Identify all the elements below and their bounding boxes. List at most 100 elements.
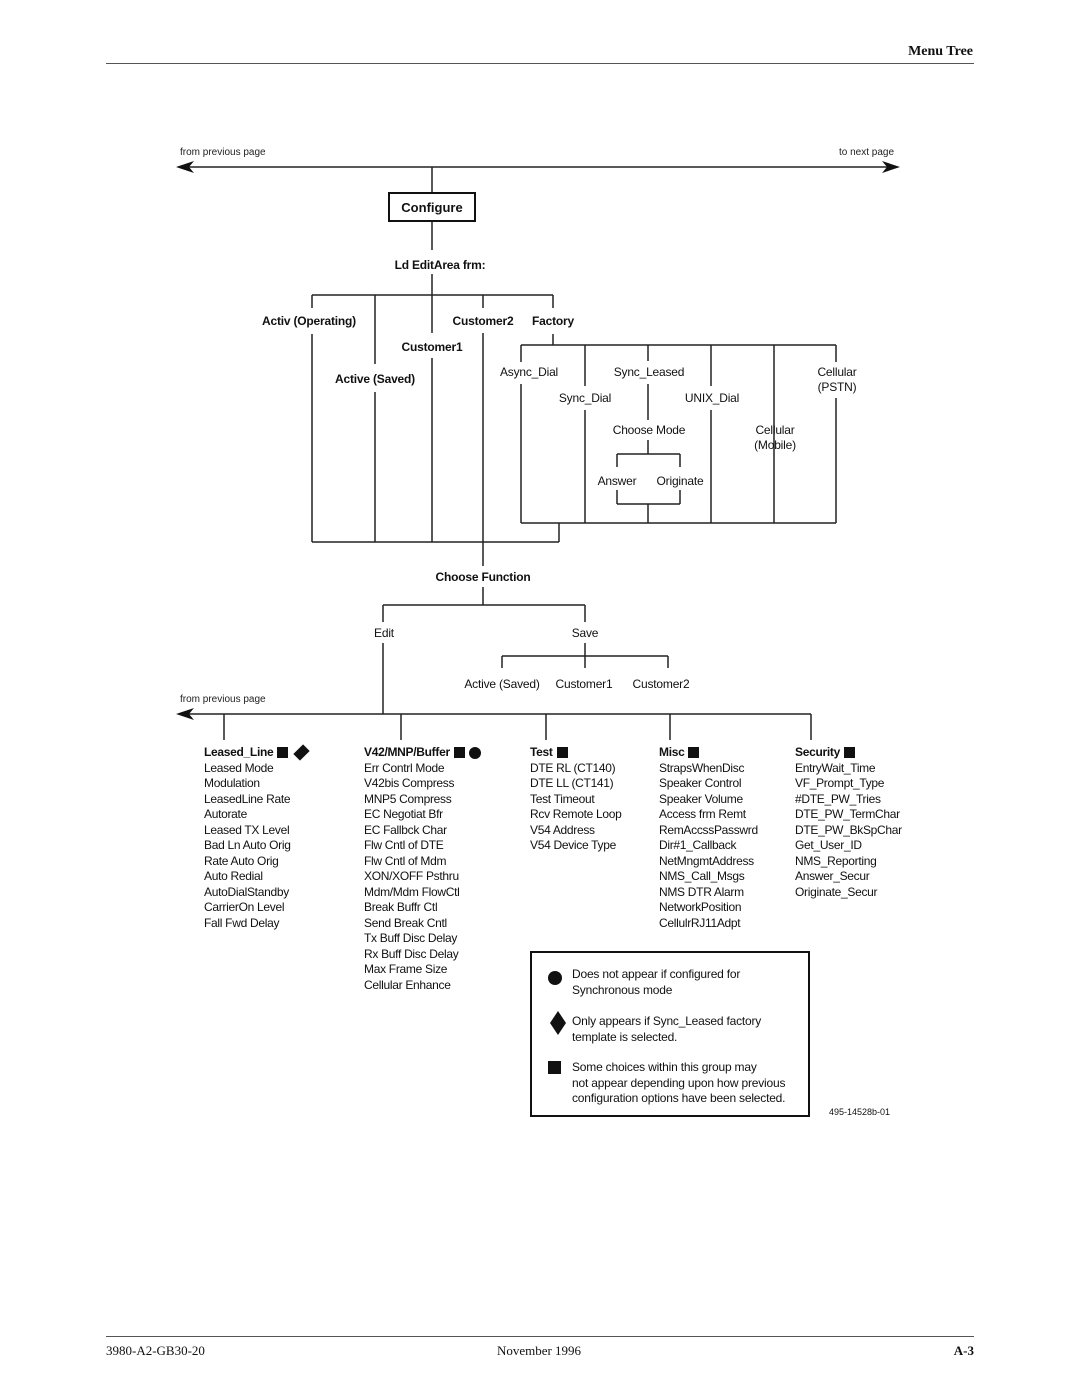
list-item: Modulation: [204, 776, 260, 790]
choose-mode-label: Choose Mode: [612, 423, 686, 437]
group-title: Leased_Line: [204, 745, 274, 759]
list-item: #DTE_PW_Tries: [795, 791, 881, 806]
group-security: Security EntryWait_Time VF_Prompt_Type #DT…: [795, 745, 902, 900]
list-item: Rcv Remote Loop: [530, 807, 622, 821]
list-item: MNP5 Compress: [364, 791, 452, 806]
list-item: Autorate: [204, 807, 247, 821]
list-item: NetMngmtAddress: [659, 853, 754, 868]
list-item: Dir#1_Callback: [659, 838, 737, 852]
list-item: AutoDialStandby: [204, 884, 289, 899]
list-item: LeasedLine Rate: [204, 791, 291, 806]
list-item: configuration options have been selected…: [572, 1091, 786, 1105]
figure-id: 495-14528b-01: [829, 1107, 891, 1117]
factory-cellular-pstn: Cellular (PSTN): [817, 365, 857, 394]
list-item: EntryWait_Time: [795, 760, 876, 775]
list-item: Only appears if Sync_Leased factory: [572, 1014, 762, 1028]
list-item: Speaker Control: [659, 776, 742, 790]
list-item: Break Buffr Ctl: [364, 900, 438, 914]
factory-sync-dial: Sync_Dial: [558, 391, 612, 405]
footer-rule: [106, 1336, 974, 1337]
list-item: CellulrRJ11Adpt: [659, 915, 741, 930]
list-item: RemAccssPasswrd: [659, 822, 758, 837]
list-item: V54 Device Type: [530, 838, 616, 852]
square-marker-icon: [548, 1061, 561, 1074]
list-item: template is selected.: [572, 1029, 678, 1044]
legend-square-text: Some choices within this group may not ap…: [572, 1060, 785, 1107]
mode-originate: Originate: [656, 474, 704, 488]
group-test: Test DTE RL (CT140) DTE LL (CT141) Test Ti…: [530, 745, 622, 854]
list-item: Access frm Remt: [659, 807, 746, 821]
square-marker-icon: [556, 747, 568, 759]
list-item: Speaker Volume: [659, 791, 743, 806]
list-item: Originate_Secur: [795, 884, 878, 899]
list-item: DTE LL (CT141): [530, 776, 614, 790]
circle-marker-icon: [468, 746, 481, 759]
list-item: Err Contrl Mode: [364, 760, 445, 775]
function-edit: Edit: [374, 626, 394, 640]
load-option-customer1: Customer1: [401, 340, 463, 354]
factory-async-dial: Async_Dial: [499, 365, 559, 379]
configure-node: Configure: [388, 192, 476, 222]
list-item: Some choices within this group may: [572, 1060, 757, 1074]
list-item: V54 Address: [530, 822, 595, 837]
publication-date: November 1996: [496, 1343, 582, 1358]
tree-connectors: [176, 161, 900, 740]
group-v42-mnp-buffer: V42/MNP/Buffer Err Contrl Mode V42bis Com…: [364, 745, 481, 993]
list-item: Auto Redial: [204, 869, 263, 883]
list-item: XON/XOFF Psthru: [364, 869, 459, 883]
from-previous-page-label: from previous page: [180, 694, 266, 705]
list-item: Bad Ln Auto Orig: [204, 838, 291, 852]
load-edit-area-label: Ld EditArea frm:: [394, 258, 486, 272]
list-item: V42bis Compress: [364, 776, 455, 790]
list-item: DTE_PW_BkSpChar: [795, 822, 902, 837]
load-option-activ-operating: Activ (Operating): [262, 314, 356, 328]
group-title: Misc: [659, 745, 685, 759]
list-item: Mdm/Mdm FlowCtl: [364, 884, 460, 899]
save-target-customer2: Customer2: [632, 677, 690, 691]
square-marker-icon: [688, 747, 700, 759]
list-item: DTE_PW_TermChar: [795, 807, 900, 821]
factory-unix-dial: UNIX_Dial: [684, 391, 740, 405]
factory-sync-leased: Sync_Leased: [613, 365, 685, 379]
list-item: EC Negotiat Bfr: [364, 807, 443, 821]
list-item: StrapsWhenDisc: [659, 760, 745, 775]
list-item: Leased TX Level: [204, 822, 290, 837]
circle-marker-icon: [548, 971, 562, 985]
list-item: Does not appear if configured for: [572, 967, 741, 981]
list-item: Send Break Cntl: [364, 915, 447, 930]
list-item: Test Timeout: [530, 791, 595, 806]
to-next-page-label: to next page: [839, 147, 895, 158]
legend-circle-text: Does not appear if configured for Synchro…: [572, 967, 740, 998]
save-target-active-saved: Active (Saved): [464, 677, 540, 691]
group-title: V42/MNP/Buffer: [364, 745, 450, 759]
group-leased-line: Leased_Line Leased Mode Modulation LeasedL…: [204, 744, 311, 931]
save-target-customer1: Customer1: [555, 677, 613, 691]
list-item: Flw Cntl of DTE: [364, 838, 444, 852]
group-misc: Misc StrapsWhenDisc Speaker Control Speake…: [659, 745, 758, 931]
choose-function-label: Choose Function: [435, 570, 531, 584]
group-items: EntryWait_Time VF_Prompt_Type #DTE_PW_Trie…: [795, 761, 902, 901]
group-items: Err Contrl Mode V42bis Compress MNP5 Compr…: [364, 761, 481, 994]
list-item: Flw Cntl of Mdm: [364, 853, 447, 868]
list-item: not appear depending upon how previous: [572, 1075, 786, 1090]
from-previous-page-label: from previous page: [180, 147, 266, 158]
load-option-customer2: Customer2: [452, 314, 514, 328]
list-item: EC Fallbck Char: [364, 822, 447, 837]
list-item: Synchronous mode: [572, 982, 673, 997]
list-item: NMS_Reporting: [795, 853, 877, 868]
list-item: Rx Buff Disc Delay: [364, 946, 459, 961]
diamond-marker-icon: [550, 1011, 566, 1040]
legend-box: Does not appear if configured for Synchro…: [530, 951, 810, 1117]
square-marker-icon: [843, 747, 855, 759]
list-item: NMS DTR Alarm: [659, 884, 744, 899]
page-number: A-3: [953, 1343, 974, 1358]
list-item: NetworkPosition: [659, 900, 742, 914]
doc-number: 3980-A2-GB30-20: [106, 1343, 205, 1358]
list-item: Leased Mode: [204, 760, 274, 775]
group-title: Security: [795, 745, 840, 759]
list-item: Max Frame Size: [364, 962, 448, 976]
function-save: Save: [571, 626, 599, 640]
list-item: Rate Auto Orig: [204, 853, 279, 868]
list-item: Tx Buff Disc Delay: [364, 931, 458, 945]
list-item: DTE RL (CT140): [530, 760, 616, 775]
